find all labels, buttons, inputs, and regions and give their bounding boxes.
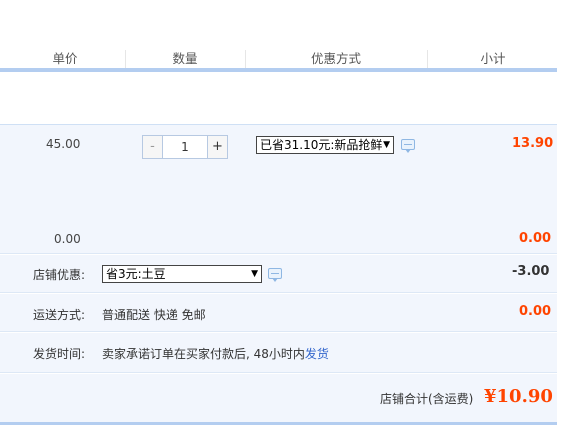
shop-discount-amount: -3.00 [512,264,550,279]
dropdown-arrow-icon: ▼ [251,269,258,279]
total-row [0,374,557,422]
header-rule [0,68,557,72]
delivery-link[interactable]: 发货 [305,347,329,361]
col-subtotal: 小计 [480,51,506,66]
quantity-input[interactable]: 1 [163,136,207,158]
shipping-value: 普通配送 快递 免邮 [102,308,206,322]
header-divider [427,50,428,68]
extra-price: 0.00 [54,232,81,246]
col-unit-price: 单价 [52,51,78,66]
delivery-text: 卖家承诺订单在买家付款后, 48小时内 [102,347,305,361]
extra-subtotal: 0.00 [519,231,552,246]
shop-discount-label: 店铺优惠: [33,268,86,282]
item-promo-select[interactable]: 已省31.10元:新品抢鲜 ▼ [256,136,394,154]
shop-discount-selected: 省3元:土豆 [106,267,166,281]
shipping-label: 运送方式: [33,308,86,322]
dropdown-arrow-icon: ▼ [383,140,390,150]
increase-button[interactable]: + [207,136,227,158]
col-discount: 优惠方式 [310,51,361,66]
shipping-amount: 0.00 [519,304,552,319]
delivery-label: 发货时间: [33,347,86,361]
item-promo-selected: 已省31.10元:新品抢鲜 [260,138,383,152]
delivery-value: 卖家承诺订单在买家付款后, 48小时内发货 [102,345,329,362]
item-subtotal: 13.90 [512,136,554,151]
header-divider [125,50,126,68]
shop-discount-select[interactable]: 省3元:土豆 ▼ [102,265,262,283]
quantity-stepper: - 1 + [142,135,228,159]
message-icon[interactable] [401,139,415,153]
total-label: 店铺合计(含运费) [380,392,474,406]
decrease-button[interactable]: - [143,136,163,158]
col-quantity: 数量 [172,51,198,66]
total-rule [0,422,557,425]
header-divider [245,50,246,68]
unit-price: 45.00 [46,137,81,151]
total-value: ¥10.90 [484,386,553,407]
item-row-extra [0,224,557,254]
message-icon[interactable] [268,268,282,282]
